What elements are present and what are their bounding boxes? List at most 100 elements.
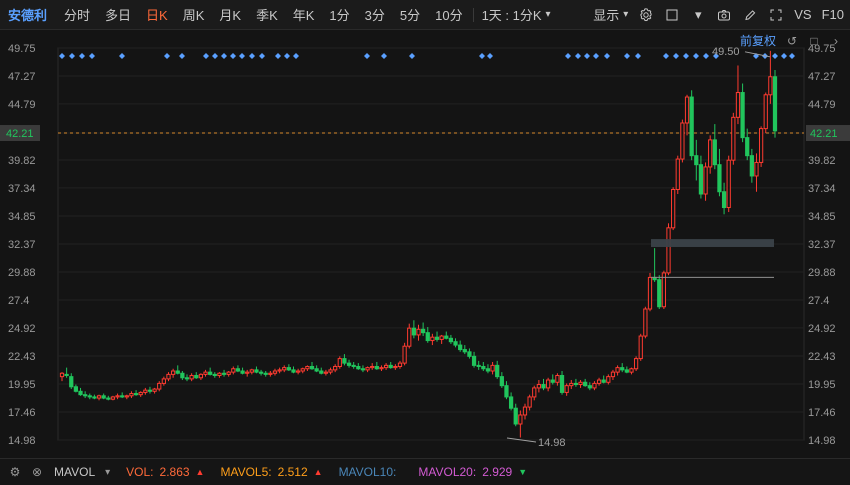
candle-body[interactable] xyxy=(323,371,329,374)
event-marker-icon[interactable] xyxy=(683,53,689,59)
candle-body[interactable] xyxy=(421,328,426,334)
candle-body[interactable] xyxy=(143,389,148,393)
event-marker-icon[interactable] xyxy=(119,53,125,59)
candle-body[interactable] xyxy=(522,406,528,416)
candle-body[interactable] xyxy=(124,395,129,398)
event-marker-icon[interactable] xyxy=(79,53,85,59)
candle-body[interactable] xyxy=(147,389,153,392)
event-marker-icon[interactable] xyxy=(673,53,679,59)
indicator-name[interactable]: MAVOL xyxy=(54,465,95,479)
event-marker-icon[interactable] xyxy=(575,53,581,59)
event-marker-icon[interactable] xyxy=(635,53,641,59)
candle-body[interactable] xyxy=(263,372,268,375)
period-tab-8[interactable]: 3分 xyxy=(358,0,393,29)
candle-body[interactable] xyxy=(458,344,463,351)
candle-body[interactable] xyxy=(504,385,509,398)
candle-body[interactable] xyxy=(393,365,398,369)
candle-body[interactable] xyxy=(740,92,745,139)
candle-body[interactable] xyxy=(286,367,291,371)
candle-body[interactable] xyxy=(133,393,139,396)
camera-icon[interactable] xyxy=(716,7,732,23)
candle-body[interactable] xyxy=(83,394,88,397)
candle-body[interactable] xyxy=(731,116,736,161)
period-tab-2[interactable]: 日K xyxy=(139,0,176,29)
candle-body[interactable] xyxy=(550,379,555,383)
candle-body[interactable] xyxy=(175,370,180,374)
candle-body[interactable] xyxy=(152,388,157,392)
event-marker-icon[interactable] xyxy=(259,53,265,59)
candle-body[interactable] xyxy=(772,76,778,132)
candle-body[interactable] xyxy=(485,368,491,372)
event-marker-icon[interactable] xyxy=(772,53,778,59)
candle-body[interactable] xyxy=(527,396,532,408)
candle-body[interactable] xyxy=(629,368,634,373)
period-tab-4[interactable]: 月K xyxy=(212,0,249,29)
resistance-zone[interactable] xyxy=(651,239,774,247)
candle-body[interactable] xyxy=(430,336,435,342)
stock-name[interactable]: 安德利 xyxy=(0,5,57,24)
square-icon[interactable] xyxy=(664,7,680,23)
candle-body[interactable] xyxy=(471,355,477,366)
candle-body[interactable] xyxy=(495,364,500,378)
candle-body[interactable] xyxy=(231,368,236,373)
candle-body[interactable] xyxy=(120,395,125,398)
candle-body[interactable] xyxy=(754,161,759,177)
candle-body[interactable] xyxy=(249,369,254,373)
candle-body[interactable] xyxy=(92,396,97,399)
candle-body[interactable] xyxy=(221,372,227,375)
candle-body[interactable] xyxy=(374,365,379,370)
period-tab-9[interactable]: 5分 xyxy=(393,0,428,29)
period-tab-10[interactable]: 10分 xyxy=(428,0,470,29)
candle-body[interactable] xyxy=(258,371,264,374)
candle-body[interactable] xyxy=(481,365,486,370)
candle-body[interactable] xyxy=(129,393,134,397)
candle-body[interactable] xyxy=(615,367,620,373)
candle-body[interactable] xyxy=(735,92,741,118)
candle-body[interactable] xyxy=(110,396,116,400)
candle-body[interactable] xyxy=(328,369,333,373)
candle-body[interactable] xyxy=(254,369,259,373)
candle-body[interactable] xyxy=(513,407,518,425)
candle-body[interactable] xyxy=(499,376,504,387)
candle-body[interactable] xyxy=(212,373,217,377)
candle-body[interactable] xyxy=(397,362,403,367)
candle-body[interactable] xyxy=(240,370,245,374)
candle-body[interactable] xyxy=(184,377,190,380)
candle-body[interactable] xyxy=(342,358,347,364)
period-tab-0[interactable]: 分时 xyxy=(57,0,98,29)
event-marker-icon[interactable] xyxy=(293,53,299,59)
candle-body[interactable] xyxy=(638,335,643,360)
candle-body[interactable] xyxy=(758,128,764,163)
candle-body[interactable] xyxy=(416,328,421,336)
candle-body[interactable] xyxy=(425,332,430,342)
close-icon[interactable]: ⊗ xyxy=(30,465,44,479)
event-marker-icon[interactable] xyxy=(249,53,255,59)
event-marker-icon[interactable] xyxy=(221,53,227,59)
event-marker-icon[interactable] xyxy=(164,53,170,59)
event-marker-icon[interactable] xyxy=(284,53,290,59)
candle-body[interactable] xyxy=(138,391,143,396)
candle-body[interactable] xyxy=(402,345,407,364)
candle-body[interactable] xyxy=(578,381,583,386)
candle-body[interactable] xyxy=(536,384,541,389)
candle-body[interactable] xyxy=(309,365,315,370)
event-marker-icon[interactable] xyxy=(381,53,387,59)
event-marker-icon[interactable] xyxy=(565,53,571,59)
candle-body[interactable] xyxy=(157,382,162,390)
candle-body[interactable] xyxy=(453,341,458,346)
event-marker-icon[interactable] xyxy=(703,53,709,59)
candle-body[interactable] xyxy=(203,371,208,375)
candle-body[interactable] xyxy=(726,159,731,209)
candle-body[interactable] xyxy=(684,96,690,124)
event-marker-icon[interactable] xyxy=(624,53,630,59)
candle-body[interactable] xyxy=(596,379,602,384)
fullscreen-icon[interactable] xyxy=(768,7,784,23)
candle-body[interactable] xyxy=(624,369,629,373)
vs-button[interactable]: VS xyxy=(794,7,811,22)
candle-body[interactable] xyxy=(272,370,278,374)
candle-body[interactable] xyxy=(555,375,560,383)
candle-body[interactable] xyxy=(601,379,606,383)
period-tab-5[interactable]: 季K xyxy=(249,0,286,29)
candle-body[interactable] xyxy=(647,276,653,310)
event-marker-icon[interactable] xyxy=(781,53,787,59)
